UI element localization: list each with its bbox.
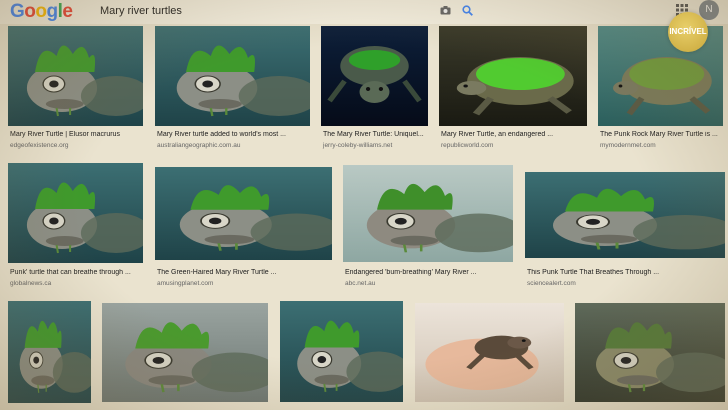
result-source: jerry-coleby-williams.net: [323, 142, 393, 149]
result-source: globalnews.ca: [10, 280, 52, 287]
result-thumbnail[interactable]: [415, 303, 564, 402]
result-caption[interactable]: Mary River turtle added to world's most …: [157, 131, 310, 138]
image-result[interactable]: Endangered 'bum-breathing' Mary River ..…: [343, 165, 513, 291]
result-thumbnail[interactable]: [8, 163, 143, 263]
result-caption[interactable]: Mary River Turtle | Elusor macrurus: [10, 131, 143, 138]
image-result[interactable]: The Punk Rock Mary River Turtle is ... m…: [598, 26, 723, 152]
image-result[interactable]: [8, 301, 91, 403]
image-result[interactable]: [280, 301, 403, 402]
result-thumbnail[interactable]: [8, 301, 91, 403]
result-caption[interactable]: Mary River Turtle, an endangered ...: [441, 131, 587, 138]
result-thumbnail[interactable]: [102, 303, 268, 402]
result-caption[interactable]: The Mary River Turtle: Uniquel...: [323, 131, 428, 138]
result-thumbnail[interactable]: [155, 167, 332, 260]
result-thumbnail[interactable]: [280, 301, 403, 402]
result-thumbnail[interactable]: [343, 165, 513, 262]
watermark-badge: INCRÍVEL: [668, 12, 708, 52]
result-caption[interactable]: Endangered 'bum-breathing' Mary River ..…: [345, 269, 513, 276]
image-result[interactable]: [102, 303, 268, 402]
image-result[interactable]: [415, 303, 564, 402]
image-result[interactable]: The Green-Haired Mary River Turtle ... a…: [155, 167, 332, 291]
result-caption[interactable]: The Green-Haired Mary River Turtle ...: [157, 269, 332, 276]
result-source: republicworld.com: [441, 142, 494, 149]
result-thumbnail[interactable]: [525, 172, 725, 258]
google-logo[interactable]: Google: [10, 1, 73, 23]
search-query-input[interactable]: Mary river turtles: [100, 5, 182, 17]
result-source: edgeofexistence.org: [10, 142, 69, 149]
image-result[interactable]: [575, 303, 725, 402]
result-caption[interactable]: This Punk Turtle That Breathes Through .…: [527, 269, 725, 276]
image-result[interactable]: Mary River Turtle | Elusor macrurus edge…: [8, 26, 143, 152]
result-caption[interactable]: The Punk Rock Mary River Turtle is ...: [600, 131, 723, 138]
result-source: amusingplanet.com: [157, 280, 214, 287]
result-thumbnail[interactable]: [439, 26, 587, 126]
result-thumbnail[interactable]: [321, 26, 428, 126]
search-icon[interactable]: [462, 5, 473, 16]
result-source: abc.net.au: [345, 280, 376, 287]
image-result[interactable]: This Punk Turtle That Breathes Through .…: [525, 172, 725, 291]
image-result[interactable]: Mary River Turtle, an endangered ... rep…: [439, 26, 587, 152]
result-thumbnail[interactable]: [8, 26, 143, 126]
image-result[interactable]: The Mary River Turtle: Uniquel... jerry-…: [321, 26, 428, 152]
result-source: mymodernmet.com: [600, 142, 656, 149]
search-header: Google Mary river turtles N: [0, 0, 728, 24]
image-result[interactable]: Mary River turtle added to world's most …: [155, 26, 310, 152]
result-thumbnail[interactable]: [155, 26, 310, 126]
result-thumbnail[interactable]: [575, 303, 725, 402]
result-caption[interactable]: Punk' turtle that can breathe through ..…: [10, 269, 143, 276]
image-result[interactable]: Punk' turtle that can breathe through ..…: [8, 163, 143, 291]
camera-icon[interactable]: [440, 6, 451, 15]
result-source: sciencealert.com: [527, 280, 576, 287]
result-source: australiangeographic.com.au: [157, 142, 241, 149]
